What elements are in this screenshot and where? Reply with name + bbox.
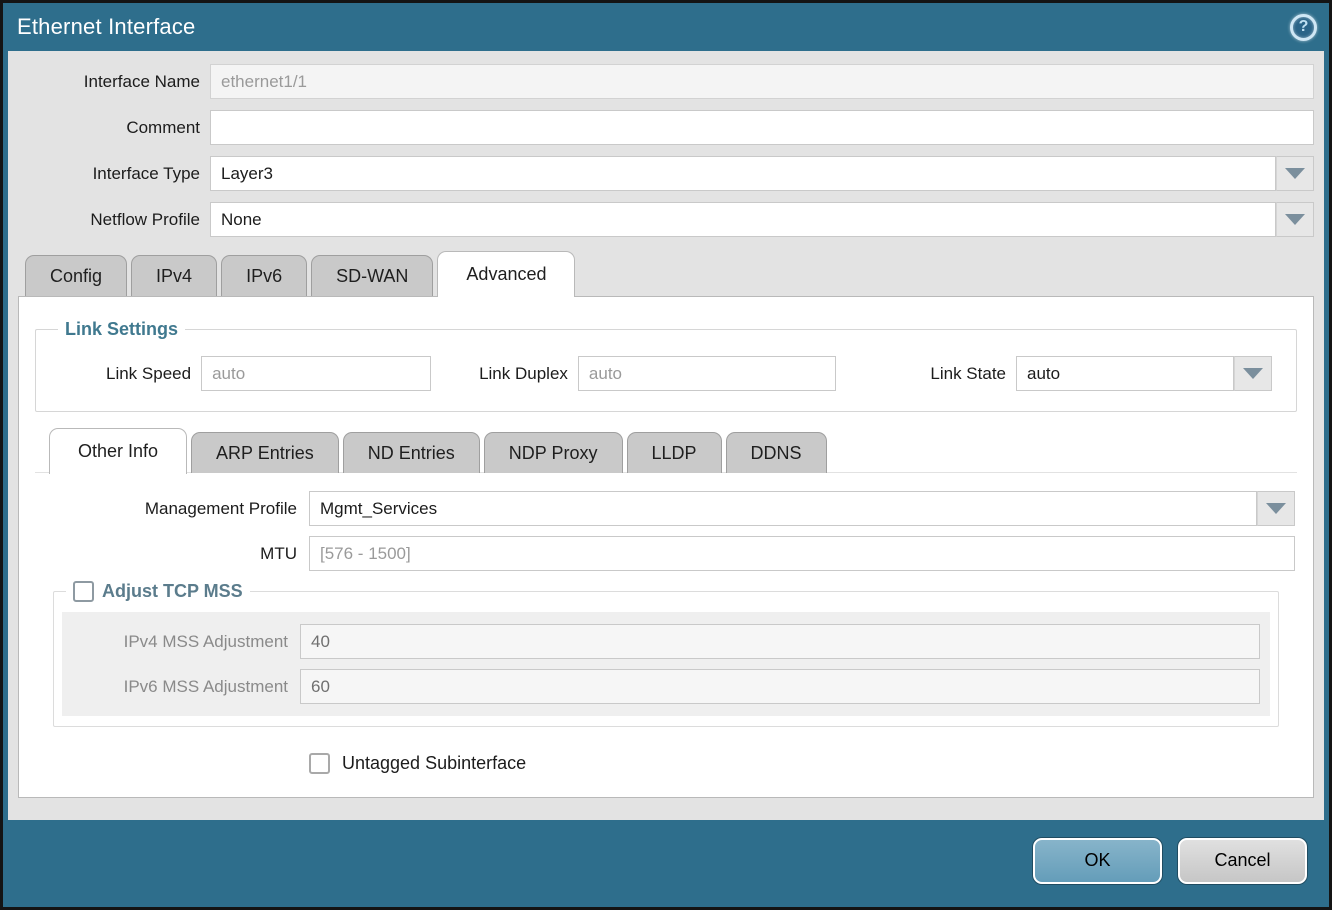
untagged-subinterface-checkbox[interactable] bbox=[309, 753, 330, 774]
tab-ndp-proxy[interactable]: NDP Proxy bbox=[484, 432, 623, 473]
other-info-panel: Management Profile MTU bbox=[35, 473, 1297, 774]
dialog-body: Interface Name Comment Interface Type bbox=[8, 51, 1324, 820]
ipv4-mss-input bbox=[300, 624, 1260, 659]
mtu-row: MTU bbox=[37, 536, 1295, 571]
netflow-profile-dropdown-button[interactable] bbox=[1276, 202, 1314, 237]
main-tabstrip: Config IPv4 IPv6 SD-WAN Advanced bbox=[18, 251, 1314, 296]
tab-arp-entries[interactable]: ARP Entries bbox=[191, 432, 339, 473]
link-duplex-label: Link Duplex bbox=[479, 364, 578, 384]
cancel-button[interactable]: Cancel bbox=[1178, 838, 1307, 884]
ipv6-mss-row: IPv6 MSS Adjustment bbox=[62, 669, 1270, 704]
tab-ipv6[interactable]: IPv6 bbox=[221, 255, 307, 296]
management-profile-label: Management Profile bbox=[37, 499, 309, 519]
management-profile-dropdown-button[interactable] bbox=[1257, 491, 1295, 526]
adjust-tcp-mss-legend: Adjust TCP MSS bbox=[66, 581, 250, 602]
tab-sd-wan[interactable]: SD-WAN bbox=[311, 255, 433, 296]
untagged-subinterface-label: Untagged Subinterface bbox=[342, 753, 526, 774]
link-settings-legend: Link Settings bbox=[58, 319, 185, 340]
tab-lldp[interactable]: LLDP bbox=[627, 432, 722, 473]
tab-ddns[interactable]: DDNS bbox=[726, 432, 827, 473]
adjust-tcp-mss-label: Adjust TCP MSS bbox=[102, 581, 243, 602]
interface-type-row: Interface Type bbox=[18, 156, 1314, 191]
management-profile-input[interactable] bbox=[309, 491, 1257, 526]
tab-nd-entries[interactable]: ND Entries bbox=[343, 432, 480, 473]
comment-row: Comment bbox=[18, 110, 1314, 145]
ipv6-mss-label: IPv6 MSS Adjustment bbox=[62, 677, 300, 697]
chevron-down-icon bbox=[1266, 503, 1286, 514]
netflow-profile-label: Netflow Profile bbox=[18, 210, 210, 230]
interface-name-input bbox=[210, 64, 1314, 99]
link-speed-input[interactable] bbox=[201, 356, 431, 391]
dialog-footer: OK Cancel bbox=[3, 820, 1329, 907]
netflow-profile-input[interactable] bbox=[210, 202, 1276, 237]
chevron-down-icon bbox=[1285, 168, 1305, 179]
tab-advanced[interactable]: Advanced bbox=[437, 251, 575, 297]
comment-input[interactable] bbox=[210, 110, 1314, 145]
help-icon[interactable]: ? bbox=[1290, 14, 1317, 41]
interface-type-dropdown-button[interactable] bbox=[1276, 156, 1314, 191]
advanced-tab-panel: Link Settings Link Speed Link Duplex Lin… bbox=[18, 296, 1314, 798]
tab-ipv4[interactable]: IPv4 bbox=[131, 255, 217, 296]
comment-label: Comment bbox=[18, 118, 210, 138]
link-state-input[interactable] bbox=[1016, 356, 1234, 391]
netflow-profile-row: Netflow Profile bbox=[18, 202, 1314, 237]
interface-type-input[interactable] bbox=[210, 156, 1276, 191]
link-state-dropdown-button[interactable] bbox=[1234, 356, 1272, 391]
link-state-label: Link State bbox=[930, 364, 1016, 384]
link-settings-fieldset: Link Settings Link Speed Link Duplex Lin… bbox=[35, 319, 1297, 412]
interface-type-label: Interface Type bbox=[18, 164, 210, 184]
management-profile-row: Management Profile bbox=[37, 491, 1295, 526]
adjust-tcp-mss-fieldset: Adjust TCP MSS IPv4 MSS Adjustment IPv6 … bbox=[53, 581, 1279, 727]
mtu-label: MTU bbox=[37, 544, 309, 564]
ethernet-interface-dialog: Ethernet Interface ? Interface Name Comm… bbox=[0, 0, 1332, 910]
dialog-titlebar: Ethernet Interface ? bbox=[3, 3, 1329, 51]
tab-other-info[interactable]: Other Info bbox=[49, 428, 187, 474]
ipv6-mss-input bbox=[300, 669, 1260, 704]
link-duplex-input[interactable] bbox=[578, 356, 836, 391]
ipv4-mss-label: IPv4 MSS Adjustment bbox=[62, 632, 300, 652]
sub-tabstrip: Other Info ARP Entries ND Entries NDP Pr… bbox=[35, 428, 1297, 473]
ipv4-mss-row: IPv4 MSS Adjustment bbox=[62, 624, 1270, 659]
mss-disabled-area: IPv4 MSS Adjustment IPv6 MSS Adjustment bbox=[62, 612, 1270, 716]
interface-name-row: Interface Name bbox=[18, 64, 1314, 99]
dialog-title: Ethernet Interface bbox=[17, 14, 195, 40]
tab-config[interactable]: Config bbox=[25, 255, 127, 296]
untagged-subinterface-row: Untagged Subinterface bbox=[309, 753, 1295, 774]
link-speed-label: Link Speed bbox=[106, 364, 201, 384]
chevron-down-icon bbox=[1243, 368, 1263, 379]
chevron-down-icon bbox=[1285, 214, 1305, 225]
interface-name-label: Interface Name bbox=[18, 72, 210, 92]
mtu-input[interactable] bbox=[309, 536, 1295, 571]
ok-button[interactable]: OK bbox=[1033, 838, 1162, 884]
adjust-tcp-mss-checkbox[interactable] bbox=[73, 581, 94, 602]
